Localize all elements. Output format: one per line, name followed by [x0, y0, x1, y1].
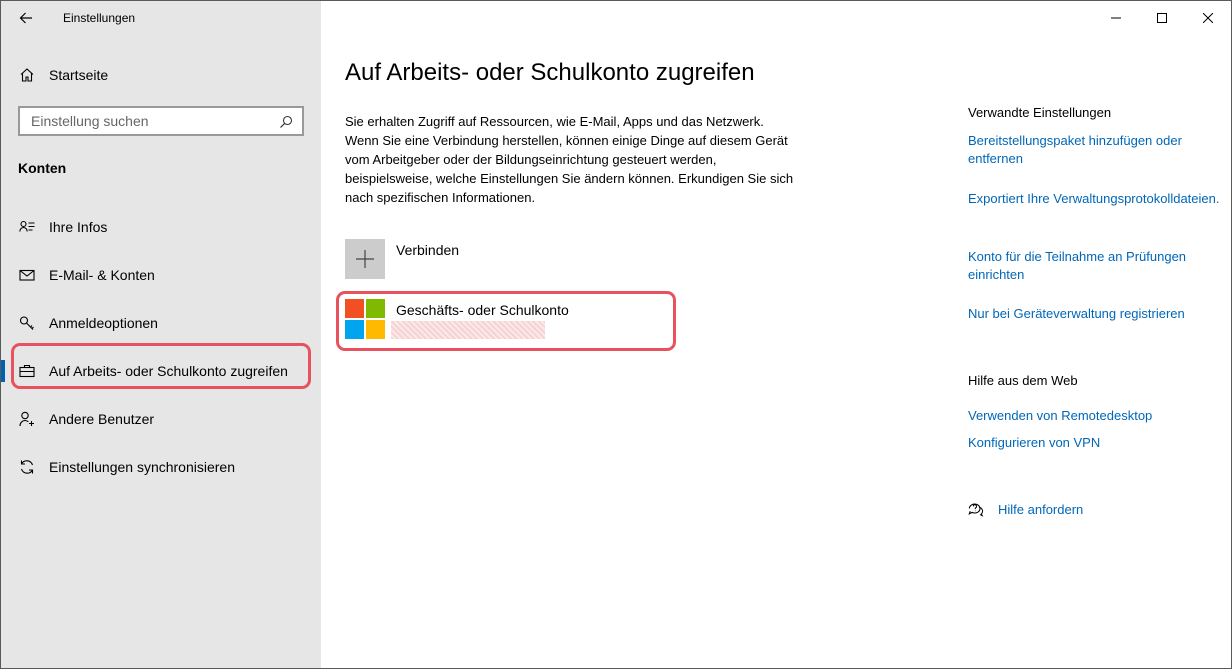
sidebar-item-label: Ihre Infos	[49, 219, 108, 235]
highlight-annotation	[11, 343, 311, 389]
get-help-link[interactable]: Hilfe anfordern	[968, 501, 1083, 517]
window-controls	[1093, 1, 1231, 35]
sidebar-item-arbeits-schulkonto[interactable]: Auf Arbeits- oder Schulkonto zugreifen	[1, 343, 321, 395]
back-button[interactable]	[11, 5, 41, 31]
maximize-icon	[1154, 10, 1170, 26]
page-title: Auf Arbeits- oder Schulkonto zugreifen	[345, 59, 755, 86]
sidebar-item-synchronisieren[interactable]: Einstellungen synchronisieren	[1, 443, 321, 491]
sidebar-item-email-konten[interactable]: E-Mail- & Konten	[1, 251, 321, 299]
search-box[interactable]	[18, 106, 304, 136]
app-title: Einstellungen	[63, 11, 136, 25]
sidebar-nav: Ihre Infos E-Mail- & Konten Anmeldeoptio…	[1, 203, 321, 491]
chat-help-icon	[968, 501, 984, 517]
link-verwaltungsprotokolle[interactable]: Exportiert Ihre Verwaltungsprotokolldate…	[968, 190, 1228, 208]
main-content: Auf Arbeits- oder Schulkonto zugreifen S…	[321, 1, 1231, 668]
search-input[interactable]	[29, 112, 273, 130]
minimize-icon	[1108, 10, 1124, 26]
sidebar: Einstellungen Startseite Konten Ihre Inf…	[1, 1, 321, 668]
sync-icon	[19, 459, 35, 475]
search-icon[interactable]	[278, 114, 294, 130]
home-label: Startseite	[49, 67, 109, 83]
related-heading: Verwandte Einstellungen	[968, 105, 1112, 120]
arrow-left-icon	[18, 10, 34, 26]
person-add-icon	[19, 411, 35, 427]
close-button[interactable]	[1185, 1, 1231, 35]
get-help-label: Hilfe anfordern	[998, 501, 1084, 517]
sidebar-item-andere-benutzer[interactable]: Andere Benutzer	[1, 395, 321, 443]
plus-icon	[345, 239, 385, 279]
sidebar-item-label: E-Mail- & Konten	[49, 267, 155, 283]
link-remotedesktop[interactable]: Verwenden von Remotedesktop	[968, 407, 1228, 425]
page-description: Sie erhalten Zugriff auf Ressourcen, wie…	[345, 114, 794, 205]
highlight-annotation	[336, 291, 676, 351]
link-geraeteverwaltung[interactable]: Nur bei Geräteverwaltung registrieren	[968, 305, 1228, 323]
sidebar-item-anmeldeoptionen[interactable]: Anmeldeoptionen	[1, 299, 321, 347]
connect-label: Verbinden	[396, 242, 460, 258]
title-bar: Einstellungen	[1, 1, 321, 35]
sidebar-item-label: Anmeldeoptionen	[49, 315, 158, 331]
key-icon	[19, 315, 35, 331]
link-bereitstellungspaket[interactable]: Bereitstellungspaket hinzufügen oder ent…	[968, 132, 1228, 168]
home-icon	[19, 67, 35, 83]
sidebar-item-label: Andere Benutzer	[49, 411, 155, 427]
web-help-heading: Hilfe aus dem Web	[968, 373, 1078, 388]
settings-window: Einstellungen Startseite Konten Ihre Inf…	[0, 0, 1232, 669]
sidebar-item-label: Einstellungen synchronisieren	[49, 459, 235, 475]
section-heading: Konten	[18, 160, 67, 176]
mail-icon	[19, 267, 35, 283]
contact-info-icon	[19, 219, 35, 235]
link-vpn[interactable]: Konfigurieren von VPN	[968, 434, 1228, 452]
minimize-button[interactable]	[1093, 1, 1139, 35]
maximize-button[interactable]	[1139, 1, 1185, 35]
home-link[interactable]: Startseite	[1, 59, 321, 91]
connect-button[interactable]: Verbinden	[345, 239, 645, 281]
close-icon	[1200, 10, 1216, 26]
sidebar-item-ihre-infos[interactable]: Ihre Infos	[1, 203, 321, 251]
link-pruefungskonto[interactable]: Konto für die Teilnahme an Prüfungen ein…	[968, 248, 1228, 284]
